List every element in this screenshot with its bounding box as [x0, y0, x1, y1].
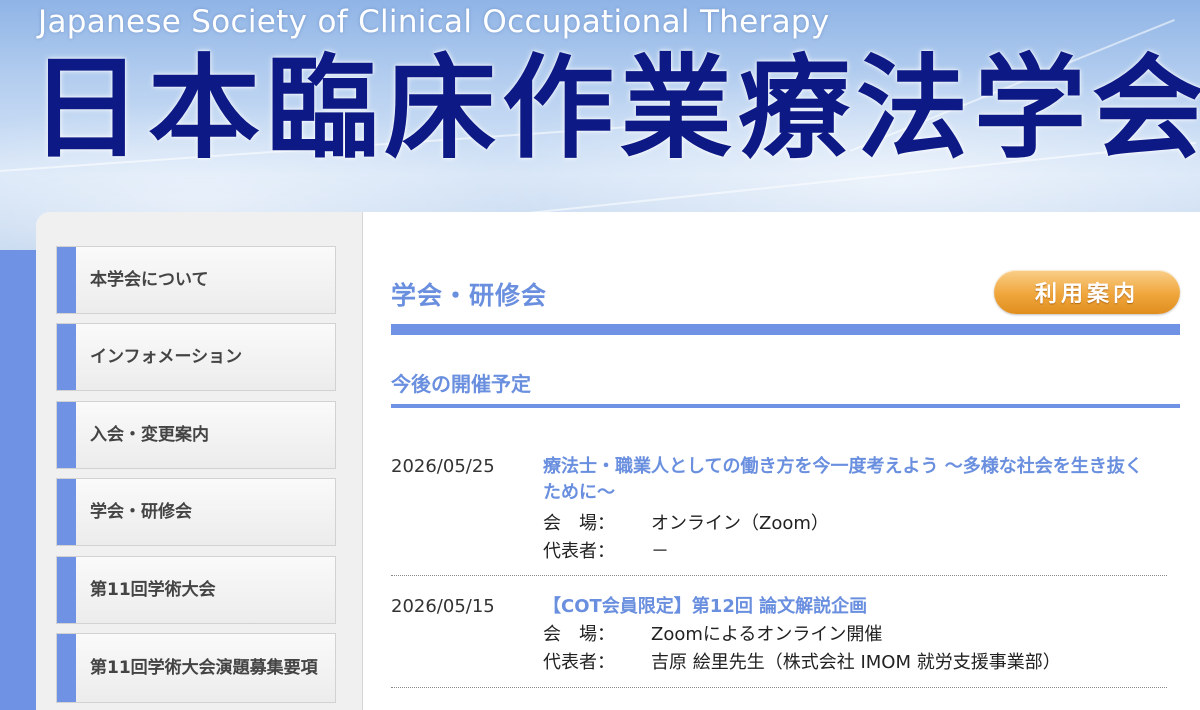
- venue-label: 会 場：: [543, 624, 615, 645]
- event-venue-row: 会 場： Zoomによるオンライン開催: [543, 622, 882, 648]
- event-title-link[interactable]: 療法士・職業人としての働き方を今一度考えよう 〜多様な社会を生き抜くために〜: [543, 454, 1159, 506]
- site-english-name: Japanese Society of Clinical Occupationa…: [38, 4, 830, 40]
- usage-guide-button[interactable]: 利用案内: [994, 270, 1180, 314]
- event-divider: [391, 575, 1167, 576]
- left-decorative-band: [0, 250, 36, 710]
- event-representative-row: 代表者： －: [543, 539, 669, 565]
- sidebar-item-accent: [57, 557, 76, 623]
- title-divider: [391, 324, 1180, 335]
- sidebar-item-label: 学会・研修会: [90, 502, 192, 522]
- sidebar-item-accent: [57, 634, 76, 702]
- sidebar-item-about[interactable]: 本学会について: [56, 246, 336, 314]
- site-logo-title[interactable]: 日本臨床作業療法学会: [30, 44, 1200, 174]
- event-venue: オンライン（Zoom）: [651, 513, 829, 534]
- sidebar-item-accent: [57, 324, 76, 390]
- event-representative: 吉原 絵里先生（株式会社 IMOM 就労支援事業部）: [651, 652, 1061, 673]
- event-venue: Zoomによるオンライン開催: [651, 624, 883, 645]
- sidebar-item-label: 第11回学術大会演題募集要項: [90, 658, 318, 678]
- upcoming-events-heading: 今後の開催予定: [391, 372, 531, 396]
- event-representative: －: [651, 541, 669, 562]
- sidebar-item-accent: [57, 402, 76, 468]
- event-title-link[interactable]: 【COT会員限定】第12回 論文解説企画: [543, 594, 1159, 620]
- sidebar-item-11th-congress[interactable]: 第11回学術大会: [56, 556, 336, 624]
- event-date: 2026/05/25: [391, 456, 495, 477]
- sidebar-item-label: 入会・変更案内: [90, 425, 209, 445]
- event-venue-row: 会 場： オンライン（Zoom）: [543, 511, 829, 537]
- sidebar-item-11th-congress-abstracts[interactable]: 第11回学術大会演題募集要項: [56, 633, 336, 703]
- venue-label: 会 場：: [543, 513, 615, 534]
- sidebar-item-membership[interactable]: 入会・変更案内: [56, 401, 336, 469]
- sidebar-item-accent: [57, 479, 76, 545]
- page-title: 学会・研修会: [391, 281, 548, 310]
- representative-label: 代表者：: [543, 541, 615, 562]
- event-date: 2026/05/15: [391, 596, 495, 617]
- sidebar-item-information[interactable]: インフォメーション: [56, 323, 336, 391]
- event-representative-row: 代表者： 吉原 絵里先生（株式会社 IMOM 就労支援事業部）: [543, 650, 1061, 676]
- sidebar-item-accent: [57, 247, 76, 313]
- representative-label: 代表者：: [543, 652, 615, 673]
- sidebar-item-label: インフォメーション: [90, 347, 243, 367]
- subsection-divider: [391, 404, 1180, 408]
- event-divider: [391, 687, 1167, 688]
- sidebar-item-label: 本学会について: [90, 270, 209, 290]
- sidebar-item-label: 第11回学術大会: [90, 580, 216, 600]
- sidebar-item-conferences[interactable]: 学会・研修会: [56, 478, 336, 546]
